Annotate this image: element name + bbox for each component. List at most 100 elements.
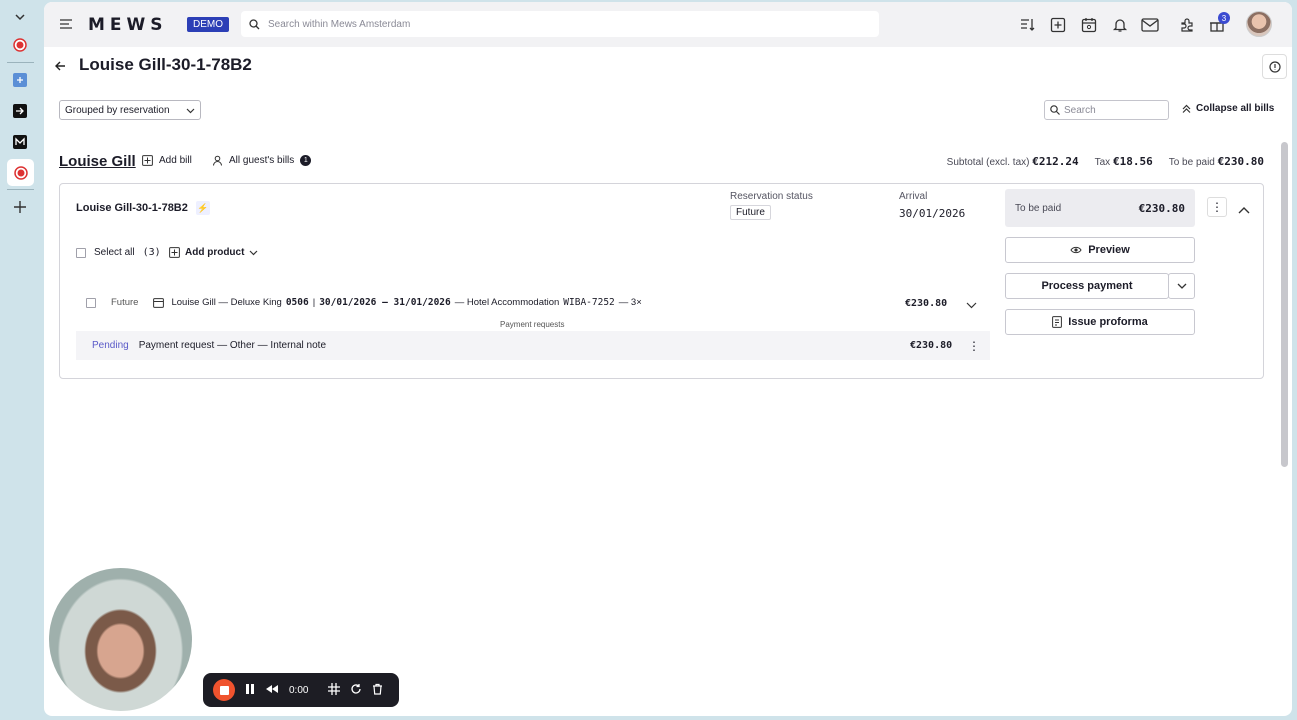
- issue-proforma-label: Issue proforma: [1068, 316, 1148, 328]
- gmail-icon[interactable]: [8, 130, 32, 154]
- back-arrow-icon[interactable]: [54, 59, 66, 77]
- add-product-label: Add product: [185, 247, 245, 258]
- subtotal-value: €212.24: [1032, 155, 1079, 168]
- tax-label: Tax: [1094, 157, 1111, 168]
- to-be-paid-box: To be paid €230.80: [1005, 189, 1195, 227]
- chevron-down-icon: [186, 108, 195, 113]
- item-dates: 30/01/2026 — 31/01/2026: [319, 297, 451, 308]
- payment-request-row[interactable]: Pending Payment request — Other — Intern…: [76, 331, 990, 360]
- select-count: (3): [142, 247, 161, 258]
- document-icon: [1052, 316, 1063, 328]
- paybox-label: To be paid: [1015, 202, 1062, 214]
- issue-proforma-button[interactable]: Issue proforma: [1005, 309, 1195, 335]
- mail-icon[interactable]: [1140, 15, 1160, 35]
- bill-count-badge: 1: [300, 155, 312, 166]
- add-square-icon: [169, 247, 180, 258]
- chevron-down-icon[interactable]: [8, 5, 32, 29]
- tax-value: €18.56: [1112, 155, 1153, 168]
- request-status: Pending: [92, 340, 129, 351]
- webcam-video: [49, 568, 192, 711]
- item-code: WIBA-7252: [563, 297, 615, 308]
- expand-item-icon[interactable]: [966, 297, 977, 315]
- demo-badge: DEMO: [187, 17, 229, 32]
- preview-button[interactable]: Preview: [1005, 237, 1195, 263]
- double-chevron-up-icon: [1182, 104, 1191, 113]
- search-placeholder: Search within Mews Amsterdam: [268, 18, 411, 30]
- user-avatar[interactable]: [1246, 11, 1272, 37]
- recorder-controls: 0:00: [203, 673, 399, 707]
- bill-card: Louise Gill-30-1-78B2 ⚡ Reservation stat…: [59, 183, 1264, 379]
- app-dock: [0, 0, 40, 720]
- add-square-icon[interactable]: [1048, 15, 1068, 35]
- grid-icon[interactable]: [328, 682, 341, 698]
- app-window: MEWS DEMO Search within Mews Amsterdam 3: [44, 2, 1292, 716]
- item-separator: |: [312, 297, 316, 308]
- help-button[interactable]: [1262, 54, 1287, 79]
- item-qty: — 3×: [618, 297, 642, 308]
- scrollbar[interactable]: [1281, 142, 1288, 467]
- dock-divider: [7, 189, 34, 190]
- bill-item-row[interactable]: Future Louise Gill — Deluxe King 0506 | …: [86, 297, 642, 308]
- process-payment-button[interactable]: Process payment: [1005, 273, 1169, 299]
- calendar-icon[interactable]: [1079, 15, 1099, 35]
- arrival-date: 30/01/2026: [899, 207, 966, 220]
- notification-count-badge: 3: [1218, 12, 1230, 24]
- record-icon[interactable]: [8, 33, 32, 57]
- guest-name-link[interactable]: Louise Gill: [59, 153, 136, 170]
- mews-logo[interactable]: MEWS: [88, 15, 168, 35]
- subtotal-label: Subtotal (excl. tax): [946, 157, 1030, 168]
- pause-icon[interactable]: [245, 683, 255, 698]
- record-active-icon[interactable]: [7, 159, 34, 186]
- search-icon: [1050, 105, 1060, 115]
- page-title: Louise Gill-30-1-78B2: [79, 55, 252, 74]
- all-bills-label: All guest's bills: [229, 155, 295, 166]
- help-circle-icon: [1268, 60, 1281, 73]
- trash-icon[interactable]: [372, 683, 383, 698]
- reservation-name: Louise Gill-30-1-78B2 ⚡: [76, 201, 210, 215]
- payment-requests-label: Payment requests: [500, 320, 565, 329]
- eye-icon: [1070, 246, 1082, 254]
- add-product-button[interactable]: Add product: [169, 247, 258, 258]
- reservation-name-label: Louise Gill-30-1-78B2: [76, 202, 188, 214]
- top-bar: MEWS DEMO Search within Mews Amsterdam 3: [44, 2, 1292, 47]
- chevron-down-icon: [1177, 283, 1186, 289]
- bill-menu-button[interactable]: ⋮: [1207, 197, 1227, 217]
- bell-icon[interactable]: [1110, 15, 1130, 35]
- process-payment-dropdown[interactable]: [1168, 273, 1195, 299]
- collapse-all-bills-button[interactable]: Collapse all bills: [1182, 103, 1274, 114]
- stop-icon: [219, 685, 229, 695]
- person-icon: [213, 155, 222, 166]
- group-by-value: Grouped by reservation: [65, 104, 170, 116]
- item-amount: €230.80: [905, 298, 948, 309]
- add-bill-button[interactable]: Add bill: [142, 155, 192, 166]
- group-by-select[interactable]: Grouped by reservation: [59, 100, 201, 120]
- restart-icon[interactable]: [350, 683, 362, 698]
- request-menu-button[interactable]: ⋮: [968, 339, 980, 353]
- lightning-icon: ⚡: [195, 201, 210, 215]
- item-checkbox[interactable]: [86, 297, 96, 308]
- select-all[interactable]: Select all (3): [76, 247, 161, 258]
- sort-list-icon[interactable]: [1017, 15, 1037, 35]
- arrow-icon[interactable]: [8, 99, 32, 123]
- arrival-label: Arrival: [899, 191, 928, 202]
- all-guest-bills-button[interactable]: All guest's bills 1: [212, 155, 312, 166]
- bill-search-placeholder: Search: [1064, 104, 1096, 116]
- add-bill-label: Add bill: [159, 155, 192, 166]
- puzzle-icon[interactable]: [1177, 15, 1197, 35]
- menu-icon[interactable]: [59, 17, 73, 36]
- select-all-checkbox[interactable]: [76, 247, 86, 258]
- bill-totals: Subtotal (excl. tax) €212.24 Tax €18.56 …: [947, 155, 1264, 168]
- chevron-up-icon[interactable]: [1238, 202, 1250, 220]
- stop-recording-button[interactable]: [213, 679, 235, 701]
- plus-icon[interactable]: [8, 195, 32, 219]
- process-payment-label: Process payment: [1041, 280, 1133, 292]
- preview-label: Preview: [1088, 244, 1130, 256]
- to-pay-label: To be paid: [1168, 157, 1215, 168]
- recording-time: 0:00: [289, 684, 309, 696]
- request-text: Payment request — Other — Internal note: [138, 340, 327, 351]
- global-search-input[interactable]: Search within Mews Amsterdam: [241, 11, 879, 37]
- rewind-icon[interactable]: [265, 684, 279, 697]
- to-pay-value: €230.80: [1217, 155, 1264, 168]
- bill-search-input[interactable]: Search: [1044, 100, 1169, 120]
- app-icon[interactable]: [8, 68, 32, 92]
